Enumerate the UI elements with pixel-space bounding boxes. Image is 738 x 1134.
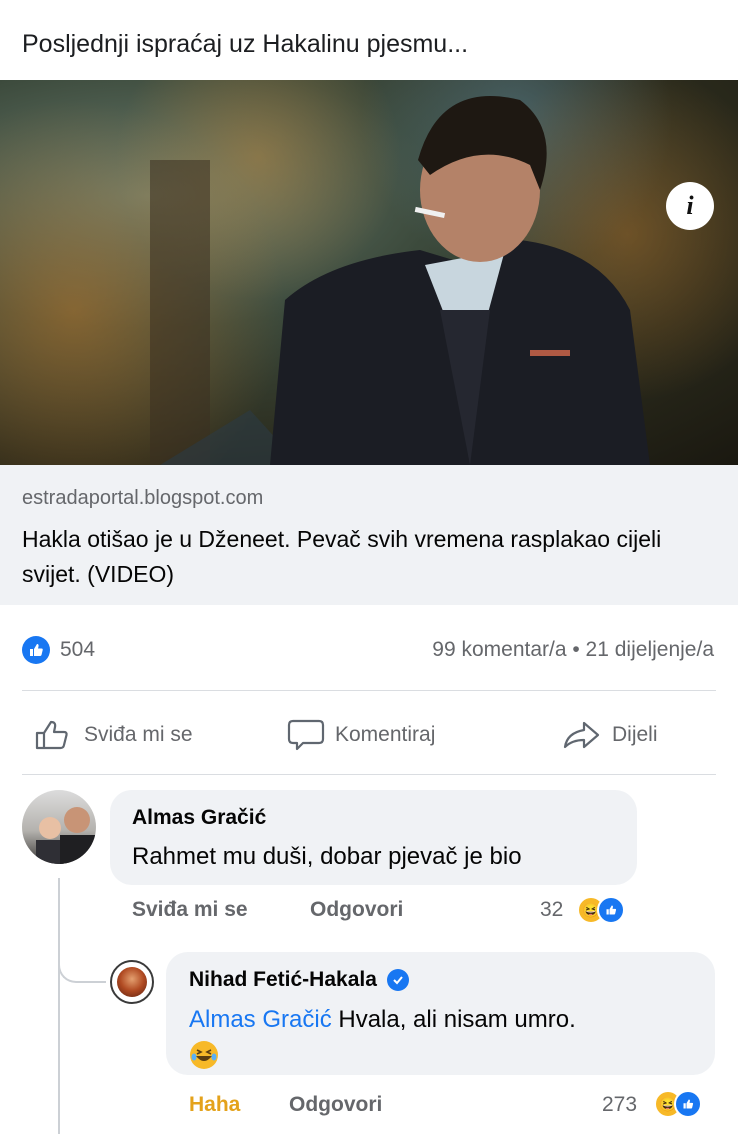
share-button[interactable]: Dijeli: [562, 718, 658, 752]
comments-shares-count[interactable]: 99 komentar/a • 21 dijeljenje/a: [432, 638, 714, 662]
link-title[interactable]: Hakla otišao je u Dženeet. Pevač svih vr…: [22, 522, 662, 592]
comment-reaction-count[interactable]: 32: [540, 898, 563, 922]
share-button-label: Dijeli: [612, 723, 658, 746]
avatar[interactable]: [22, 790, 96, 864]
like-count[interactable]: 504: [60, 638, 95, 662]
man-figure: [150, 96, 650, 465]
thread-line: [58, 878, 60, 1134]
thumbs-up-icon: [35, 720, 68, 750]
reply-reply-link[interactable]: Odgovori: [289, 1093, 382, 1117]
link-domain: estradaportal.blogspot.com: [22, 487, 264, 509]
like-button[interactable]: Sviđa mi se: [34, 718, 193, 752]
laughing-emoji-icon: [190, 1041, 218, 1069]
reply-author-row: Nihad Fetić-Hakala: [189, 968, 409, 992]
thread-connector: [58, 925, 106, 983]
comment-like-link[interactable]: Sviđa mi se: [132, 898, 248, 922]
divider-top: [22, 690, 716, 691]
thumbs-up-icon: [597, 896, 625, 924]
reply-mention[interactable]: Almas Gračić: [189, 1006, 332, 1033]
post-text: Posljednji ispraćaj uz Hakalinu pjesmu..…: [22, 30, 469, 58]
comment-reply-link[interactable]: Odgovori: [310, 898, 403, 922]
comment-button-label: Komentiraj: [335, 723, 436, 746]
reply-reaction-count[interactable]: 273: [602, 1093, 637, 1117]
comment-icon: [287, 719, 325, 751]
like-button-label: Sviđa mi se: [84, 723, 193, 746]
comment-reactions[interactable]: 😆: [577, 896, 625, 924]
divider-bottom: [22, 774, 716, 775]
info-icon[interactable]: i: [666, 182, 714, 230]
share-icon: [563, 721, 600, 749]
reply-haha-link[interactable]: Haha: [189, 1093, 240, 1117]
reply-author[interactable]: Nihad Fetić-Hakala: [189, 968, 377, 992]
avatar-image: [117, 967, 147, 997]
link-preview-image[interactable]: i: [0, 80, 738, 465]
comment-text: Rahmet mu duši, dobar pjevač je bio: [132, 843, 522, 870]
reply-text-row: Almas Gračić Hvala, ali nisam umro.: [189, 1006, 576, 1034]
like-reaction-icon[interactable]: [22, 636, 50, 664]
comment-author[interactable]: Almas Gračić: [132, 806, 266, 830]
verified-badge-icon: [386, 969, 409, 991]
thumbs-up-icon: [674, 1090, 702, 1118]
reply-text: Hvala, ali nisam umro.: [331, 1006, 576, 1033]
avatar[interactable]: [110, 960, 154, 1004]
comment-button[interactable]: Komentiraj: [287, 718, 435, 752]
reply-reactions[interactable]: 😆: [654, 1090, 702, 1118]
